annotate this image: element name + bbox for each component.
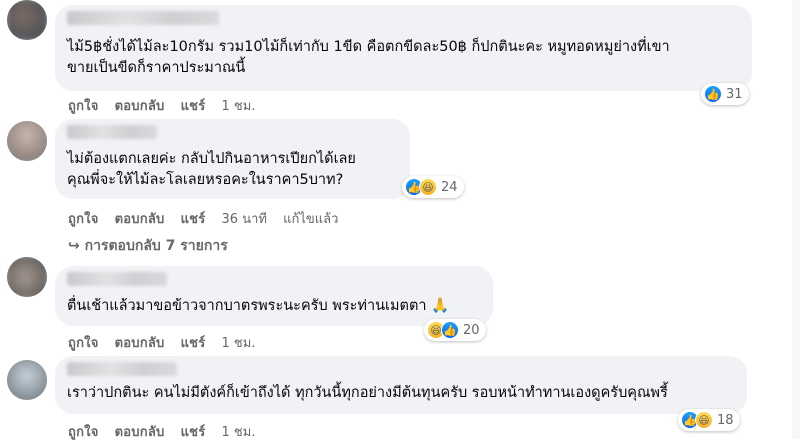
comment-actions: ถูกใจ ตอบกลับ แชร์ 1 ชม. <box>68 95 267 116</box>
like-button[interactable]: ถูกใจ <box>68 336 99 351</box>
like-button[interactable]: ถูกใจ <box>68 425 99 440</box>
comment-bubble: ตื่นเช้าแล้วมาขอข้าวจากบาตรพระนะครับ พระ… <box>55 266 493 326</box>
author-name[interactable] <box>67 125 157 139</box>
reply-button[interactable]: ตอบกลับ <box>115 425 165 440</box>
timestamp[interactable]: 1 ชม. <box>222 336 256 351</box>
author-name[interactable] <box>67 272 167 286</box>
like-icon: 👍 <box>441 321 459 339</box>
scrollbar[interactable] <box>792 0 800 439</box>
edited-label[interactable]: แก้ไขแล้ว <box>283 212 338 227</box>
haha-icon: 😆 <box>419 178 437 196</box>
reaction-summary[interactable]: 👍 😆 24 <box>402 176 464 198</box>
reaction-summary[interactable]: 😆 👍 20 <box>424 319 486 341</box>
avatar[interactable] <box>7 257 47 297</box>
comment-bubble: ไม่ต้องแตกเลยค่ะ กลับไปกินอาหารเปียกได้เ… <box>55 119 410 199</box>
share-button[interactable]: แชร์ <box>181 99 206 114</box>
view-replies-link[interactable]: ↪ การตอบกลับ 7 รายการ <box>68 235 228 257</box>
reaction-summary[interactable]: 👍 😆 18 <box>678 409 740 431</box>
comment-actions: ถูกใจ ตอบกลับ แชร์ 1 ชม. <box>68 332 267 353</box>
reply-button[interactable]: ตอบกลับ <box>115 336 165 351</box>
comment-actions: ถูกใจ ตอบกลับ แชร์ 36 นาที แก้ไขแล้ว <box>68 208 350 229</box>
like-button[interactable]: ถูกใจ <box>68 212 99 227</box>
comment-bubble: เราว่าปกตินะ คนไม่มีตังค์ก็เข้าถึงได้ ทุ… <box>55 356 747 414</box>
comment-bubble: ไม้5฿ชั่งได้ไม้ละ10กรัม รวม10ไม้ก็เท่ากั… <box>55 5 752 91</box>
timestamp[interactable]: 36 นาที <box>222 212 267 227</box>
share-button[interactable]: แชร์ <box>181 336 206 351</box>
reaction-summary[interactable]: 👍 31 <box>701 83 749 105</box>
timestamp[interactable]: 1 ชม. <box>222 425 256 440</box>
share-button[interactable]: แชร์ <box>181 212 206 227</box>
reply-arrow-icon: ↪ <box>68 238 85 254</box>
like-button[interactable]: ถูกใจ <box>68 99 99 114</box>
author-name[interactable] <box>67 11 219 25</box>
like-icon: 👍 <box>704 85 722 103</box>
comment-text: เราว่าปกตินะ คนไม่มีตังค์ก็เข้าถึงได้ ทุ… <box>67 385 668 401</box>
reply-button[interactable]: ตอบกลับ <box>115 212 165 227</box>
comment-text: ไม้5฿ชั่งได้ไม้ละ10กรัม รวม10ไม้ก็เท่ากั… <box>67 39 670 76</box>
avatar[interactable] <box>7 121 47 161</box>
comment-text: ตื่นเช้าแล้วมาขอข้าวจากบาตรพระนะครับ พระ… <box>67 298 450 314</box>
share-button[interactable]: แชร์ <box>181 425 206 440</box>
avatar[interactable] <box>7 0 47 40</box>
reply-button[interactable]: ตอบกลับ <box>115 99 165 114</box>
author-name[interactable] <box>67 362 177 376</box>
timestamp[interactable]: 1 ชม. <box>222 99 256 114</box>
haha-icon: 😆 <box>695 411 713 429</box>
avatar[interactable] <box>7 360 47 400</box>
comment-text: ไม่ต้องแตกเลยค่ะ กลับไปกินอาหารเปียกได้เ… <box>67 151 356 188</box>
